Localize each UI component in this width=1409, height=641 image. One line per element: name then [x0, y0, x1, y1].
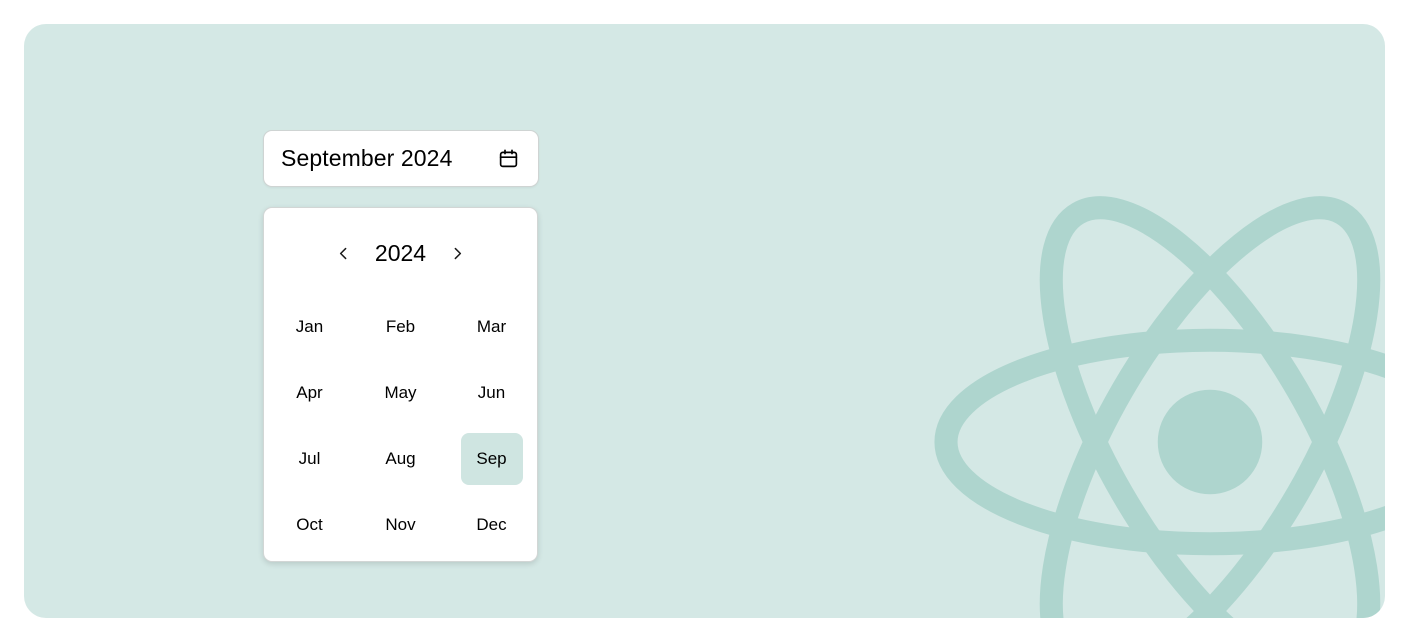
month-year-input[interactable]: September 2024	[263, 130, 539, 187]
month-year-input-value: September 2024	[281, 145, 453, 171]
react-logo-icon	[934, 196, 1385, 618]
calendar-icon	[499, 149, 517, 168]
app-stage: September 2024 2024 Jan Feb Mar Apr May …	[24, 24, 1385, 618]
next-year-button[interactable]	[445, 240, 471, 266]
month-cell-jul[interactable]: Jul	[279, 433, 341, 485]
chevron-left-icon	[339, 247, 347, 259]
calendar-icon-button[interactable]	[495, 146, 521, 172]
month-cell-feb[interactable]: Feb	[370, 301, 432, 353]
month-cell-jan[interactable]: Jan	[279, 301, 341, 353]
month-cell-sep[interactable]: Sep	[460, 433, 523, 485]
month-cell-mar[interactable]: Mar	[461, 301, 523, 353]
month-cell-jun[interactable]: Jun	[461, 367, 523, 419]
month-cell-aug[interactable]: Aug	[370, 433, 432, 485]
month-cell-nov[interactable]: Nov	[370, 499, 432, 551]
month-picker-header: 2024	[264, 208, 537, 298]
month-cell-apr[interactable]: Apr	[279, 367, 341, 419]
picker-year-label: 2024	[374, 239, 427, 266]
previous-year-button[interactable]	[331, 240, 357, 266]
month-picker-dropdown: 2024 Jan Feb Mar Apr May Jun Jul Aug Sep…	[263, 207, 538, 562]
month-cell-oct[interactable]: Oct	[279, 499, 341, 551]
month-cell-may[interactable]: May	[370, 367, 432, 419]
month-cell-dec[interactable]: Dec	[461, 499, 523, 551]
month-grid: Jan Feb Mar Apr May Jun Jul Aug Sep Oct …	[264, 294, 537, 558]
chevron-right-icon	[454, 247, 462, 259]
